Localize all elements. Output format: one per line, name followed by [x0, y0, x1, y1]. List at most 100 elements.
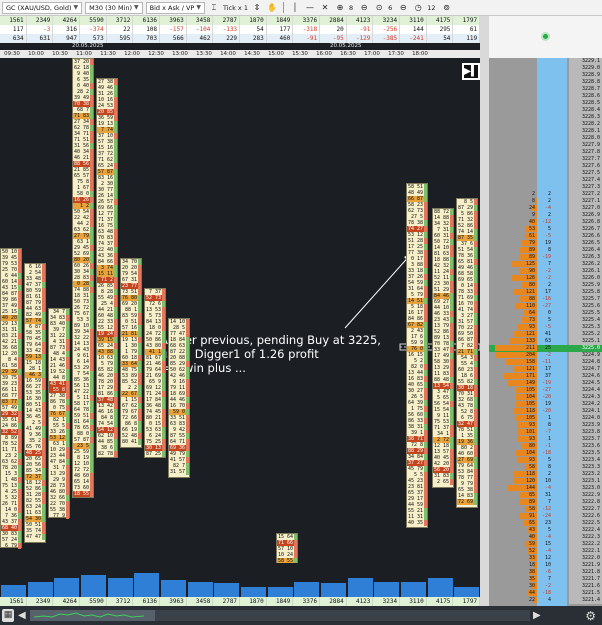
profile-volume: 80	[528, 282, 535, 288]
profile-volume: 89	[528, 499, 535, 505]
zoom-in-icon[interactable]: ⊕	[334, 2, 346, 14]
profile-delta: -5	[544, 324, 551, 330]
cursor-icon[interactable]: ⌶	[208, 2, 220, 14]
volume-cell: 3110	[400, 597, 427, 606]
profile-delta: 5	[547, 226, 551, 232]
profile-row: 105 19 3224.2	[489, 401, 602, 408]
cross-icon[interactable]: ✕	[319, 2, 331, 14]
summary-cell: 2349	[27, 16, 54, 25]
line-icon[interactable]: │	[289, 2, 301, 14]
summary-cell: 4264	[53, 16, 81, 25]
profile-row: 79 19 3226.5	[489, 240, 602, 247]
time-label: 11:30	[100, 51, 116, 57]
chart-type-select[interactable]: Bid x Ask / VP ▼	[145, 1, 205, 14]
profile-volume: 101	[525, 429, 535, 435]
record-icon[interactable]: ⊚	[441, 2, 453, 14]
chart-scrollbar[interactable]: ▦ ◀ ▶ ⚙	[0, 606, 602, 625]
profile-row: 105 1 3224.0	[489, 415, 602, 422]
scroll-right-icon[interactable]: ▶	[533, 609, 543, 622]
footprint-column[interactable]: 58 51 48 49 66 87 58 23 62 73 27 5 78 38 74 27 5…	[406, 183, 428, 528]
profile-volume: 121	[525, 331, 535, 337]
calendar-icon[interactable]: ▦	[2, 609, 14, 622]
footprint-column[interactable]: 34 7 34 83 83 40 39 7 31 22 4 31 87 73 48 4 14 4…	[48, 308, 70, 519]
profile-volume: 85	[528, 492, 535, 498]
footprint-column[interactable]: 27 38 49 46 31 26 10 16 24 53 20 85 36 59 19 13…	[96, 78, 118, 458]
volume-bar	[54, 578, 80, 597]
profile-delta: 10	[544, 562, 551, 568]
profile-price: 3227.8	[569, 149, 602, 156]
profile-delta: -5	[544, 233, 551, 239]
time-label: 17:30	[388, 51, 404, 57]
profile-price: 3226.6	[569, 233, 602, 240]
profile-volume: 91	[528, 513, 535, 519]
profile-row: 3228.5	[489, 100, 602, 107]
profile-volume: 38	[528, 569, 535, 575]
timer-icon[interactable]: ◷	[412, 2, 424, 14]
profile-delta: -2	[544, 352, 551, 358]
footprint-column[interactable]: 14 10 28 5 77 47 18 84 68 63 87 22 20 88 85 29 5…	[168, 318, 190, 478]
profile-volume: 93	[528, 436, 535, 442]
footprint-column[interactable]: 88 72 14 88 34 32 7 31 60 31 50 72 14 10 81 63 1…	[432, 208, 454, 488]
summary-cell: 295	[427, 25, 454, 34]
profile-delta: 8	[547, 247, 551, 253]
play-icon[interactable]: ⊙	[373, 2, 385, 14]
stop-icon[interactable]: ⊖	[397, 2, 409, 14]
profile-price: 3229.0	[569, 65, 602, 72]
hand-icon[interactable]: ✋	[266, 2, 278, 14]
summary-cell: 229	[213, 34, 241, 43]
summary-cell: 566	[160, 34, 187, 43]
profile-delta: -16	[541, 296, 551, 302]
zoom-out-icon[interactable]: ⊖	[358, 2, 370, 14]
profile-price: 3222.4	[569, 527, 602, 534]
profile-row: 18 10 3221.9	[489, 562, 602, 569]
footprint-column[interactable]: 6 16 2 54 33 48 47 37 80 59 81 61 87 79 44 63 82…	[24, 263, 46, 543]
profile-row: 93 8 3223.9	[489, 422, 602, 429]
profile-delta: -4	[544, 485, 551, 491]
summary-row-cumdelta: 634 631 947 573 595 703 566 462 229 283 …	[0, 34, 481, 43]
profile-price: 3223.8	[569, 429, 602, 436]
profile-price: 3223.1	[569, 478, 602, 485]
profile-row: 3228.2	[489, 121, 602, 128]
profile-delta: 0	[547, 310, 551, 316]
profile-volume: 90	[528, 268, 535, 274]
timeframe-select[interactable]: M30 (30 Min) ▼	[85, 1, 143, 14]
footprint-column[interactable]: 15 64 71 66 57 10 10 24 58 55	[276, 533, 298, 563]
scroll-left-icon[interactable]: ◀	[18, 609, 28, 622]
profile-delta: -18	[541, 590, 551, 596]
profile-volume: 118	[525, 408, 535, 414]
profile-volume: 22	[528, 597, 535, 603]
profile-price: 3221.8	[569, 569, 602, 576]
profile-row: 3229.0	[489, 65, 602, 72]
footprint-column[interactable]: 8 5 87 29 5 86 71 32 52 86 74 14 87 35 37 6 51 5…	[456, 198, 478, 508]
footprint-cell: 82 78	[97, 451, 117, 457]
time-label: 10:30	[52, 51, 68, 57]
profile-price: 3224.5	[569, 380, 602, 387]
profile-row: 9 2 3226.9	[489, 212, 602, 219]
profile-price: 3227.5	[569, 170, 602, 177]
profile-delta: 2	[547, 471, 551, 477]
footprint-column[interactable]: 7 37 52 73 72 6 13 53 5 73 84 13 18 0 24 72 50 8…	[144, 288, 166, 458]
profile-delta: -2	[544, 583, 551, 589]
annotation-line: using Digger1 of 1.26 profit	[160, 347, 319, 361]
stepper-icon[interactable]: ⇕	[251, 2, 263, 14]
profile-price: 3223.6	[569, 443, 602, 450]
panel-divider[interactable]	[480, 16, 489, 606]
gear-icon[interactable]: ⚙	[585, 609, 596, 623]
volume-cell: 2787	[213, 597, 241, 606]
profile-volume: 104	[525, 394, 535, 400]
symbol-select[interactable]: GC (XAU/USD, Gold) ▼	[2, 1, 83, 14]
footprint-column[interactable]: 50 10 39 45 79 53 25 70 6 44 60 14 43 15 84 87 3…	[0, 248, 22, 549]
profile-row: 64 0 3225.5	[489, 310, 602, 317]
summary-cell: -256	[373, 25, 401, 34]
profile-price: 3221.4	[569, 597, 602, 604]
hline-icon[interactable]: —	[304, 2, 316, 14]
profile-price: 3224.3	[569, 394, 602, 401]
profile-price: 3227.9	[569, 142, 602, 149]
profile-delta: -27	[541, 387, 551, 393]
footprint-column[interactable]: 34 70 20 20 79 54 67 31 23 77 73 51 76 80 69 20…	[120, 258, 142, 448]
profile-volume: 93	[528, 457, 535, 463]
profile-price: 3221.7	[569, 576, 602, 583]
footprint-column[interactable]: 37 20 62 18 9 40 6 35 0 40 28 2 39 49 70 38 68 7…	[72, 58, 94, 498]
volume-cell: 1797	[453, 597, 481, 606]
footprint-chart[interactable]: ▶▍ As per previous, pending Buy at 3225,…	[0, 58, 480, 563]
